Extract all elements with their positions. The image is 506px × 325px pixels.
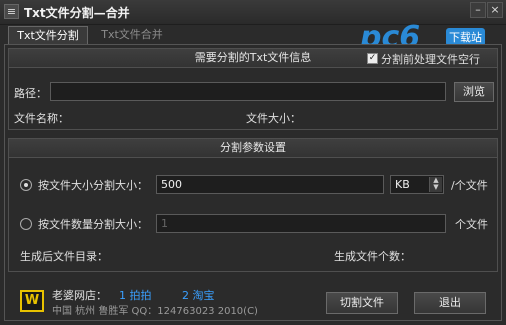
size-input[interactable]: 500 (156, 175, 384, 194)
filesize-label: 文件大小： (246, 112, 301, 125)
exit-button[interactable]: 退出 (414, 292, 486, 314)
split-by-count-radio[interactable] (20, 218, 32, 230)
menu-icon[interactable]: ≡ (4, 4, 19, 19)
link-taobao[interactable]: 2 淘宝 (182, 287, 215, 303)
count-input[interactable]: 1 (156, 214, 446, 233)
site-label: 老婆网店： (52, 289, 107, 302)
spin-arrows-icon[interactable]: ▲ ▼ (429, 177, 442, 192)
link-paipai[interactable]: 1 拍拍 (119, 287, 152, 303)
window-title: Txt文件分割—合并 (24, 6, 130, 20)
output-dir-label: 生成后文件目录： (20, 250, 108, 263)
tab-split[interactable]: Txt文件分割 (8, 26, 88, 44)
per-file-label: /个文件 (451, 179, 488, 192)
split-params-header: 分割参数设置 (9, 139, 497, 158)
split-by-count-label: 按文件数量分割大小： (38, 218, 148, 231)
tab-merge[interactable]: Txt文件合并 (92, 26, 172, 44)
output-count-label: 生成文件个数： (334, 250, 411, 263)
path-label: 路径： (14, 87, 47, 100)
close-icon[interactable]: × (487, 2, 503, 18)
split-by-size-radio[interactable] (20, 179, 32, 191)
unit-value: KB (395, 178, 410, 191)
split-file-button[interactable]: 切割文件 (326, 292, 398, 314)
preprocess-label: 分割前处理文件空行 (381, 53, 480, 66)
minimize-icon[interactable]: – (470, 2, 486, 18)
preprocess-checkbox[interactable]: ✓ (367, 53, 378, 64)
split-by-size-label: 按文件大小分割大小： (38, 179, 148, 192)
filename-label: 文件名称： (14, 112, 69, 125)
browse-button[interactable]: 浏览 (454, 82, 494, 102)
unit-select[interactable]: KB ▲ ▼ (390, 175, 444, 194)
credit-text: 中国 杭州 鲁胜军 QQ：124763023 2010(C) (52, 306, 258, 317)
path-input[interactable] (50, 82, 446, 101)
shop-logo-icon: W (20, 290, 44, 312)
count-unit-label: 个文件 (455, 218, 488, 231)
